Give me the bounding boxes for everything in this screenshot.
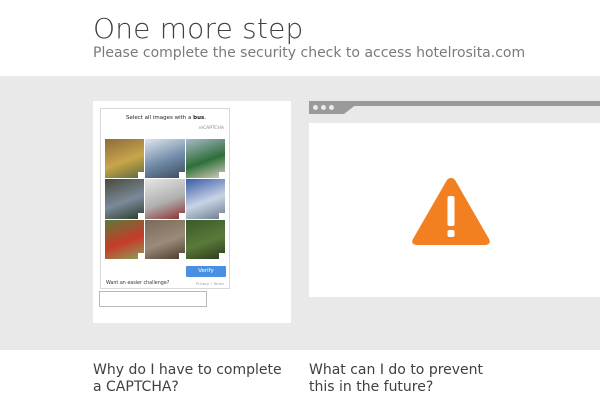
faq-question-prevent: What can I do to prevent this in the fut… bbox=[309, 362, 484, 395]
page-title: One more step bbox=[93, 12, 304, 45]
captcha-tile-warning-sign[interactable] bbox=[105, 219, 145, 259]
tile-select-marker bbox=[218, 212, 225, 219]
tile-select-marker bbox=[178, 172, 185, 179]
captcha-prompt: Select all images with a bus. bbox=[125, 115, 207, 121]
browser-tab bbox=[344, 106, 600, 114]
recaptcha-brand: reCAPTCHA bbox=[198, 126, 224, 131]
captcha-tile-street-sign[interactable] bbox=[185, 139, 225, 179]
easier-challenge-link[interactable]: Want an easier challenge? bbox=[106, 281, 169, 286]
captcha-tile-bus-yellow[interactable] bbox=[105, 139, 145, 179]
window-dot-icon bbox=[329, 105, 334, 110]
captcha-tile-bus-blue[interactable] bbox=[185, 179, 225, 219]
captcha-tile-bus-white[interactable] bbox=[145, 139, 185, 179]
tile-select-marker bbox=[178, 252, 185, 259]
warning-icon bbox=[412, 178, 490, 245]
captcha-challenge: Select all images with a bus. reCAPTCHA … bbox=[100, 108, 230, 289]
verify-button[interactable]: Verify bbox=[186, 266, 226, 277]
captcha-tile-trees[interactable] bbox=[185, 219, 225, 259]
tile-select-marker bbox=[138, 252, 145, 259]
tile-select-marker bbox=[218, 172, 225, 179]
tile-select-marker bbox=[178, 212, 185, 219]
captcha-tile-car[interactable] bbox=[145, 219, 185, 259]
window-dot-icon bbox=[321, 105, 326, 110]
captcha-image-grid bbox=[105, 139, 225, 259]
page-header: One more step Please complete the securi… bbox=[0, 0, 600, 76]
captcha-tile-bus-front[interactable] bbox=[145, 179, 185, 219]
captcha-tile-road-sign[interactable] bbox=[105, 179, 145, 219]
captcha-target: bus bbox=[193, 115, 205, 121]
tile-select-marker bbox=[138, 172, 145, 179]
page-subtitle: Please complete the security check to ac… bbox=[93, 45, 526, 61]
tile-select-marker bbox=[138, 212, 145, 219]
tile-select-marker bbox=[218, 252, 225, 259]
captcha-response-field[interactable] bbox=[99, 291, 207, 307]
window-dot-icon bbox=[313, 105, 318, 110]
faq-question-captcha: Why do I have to complete a CAPTCHA? bbox=[93, 362, 282, 395]
privacy-terms-link[interactable]: Privacy • Terms bbox=[196, 282, 224, 286]
